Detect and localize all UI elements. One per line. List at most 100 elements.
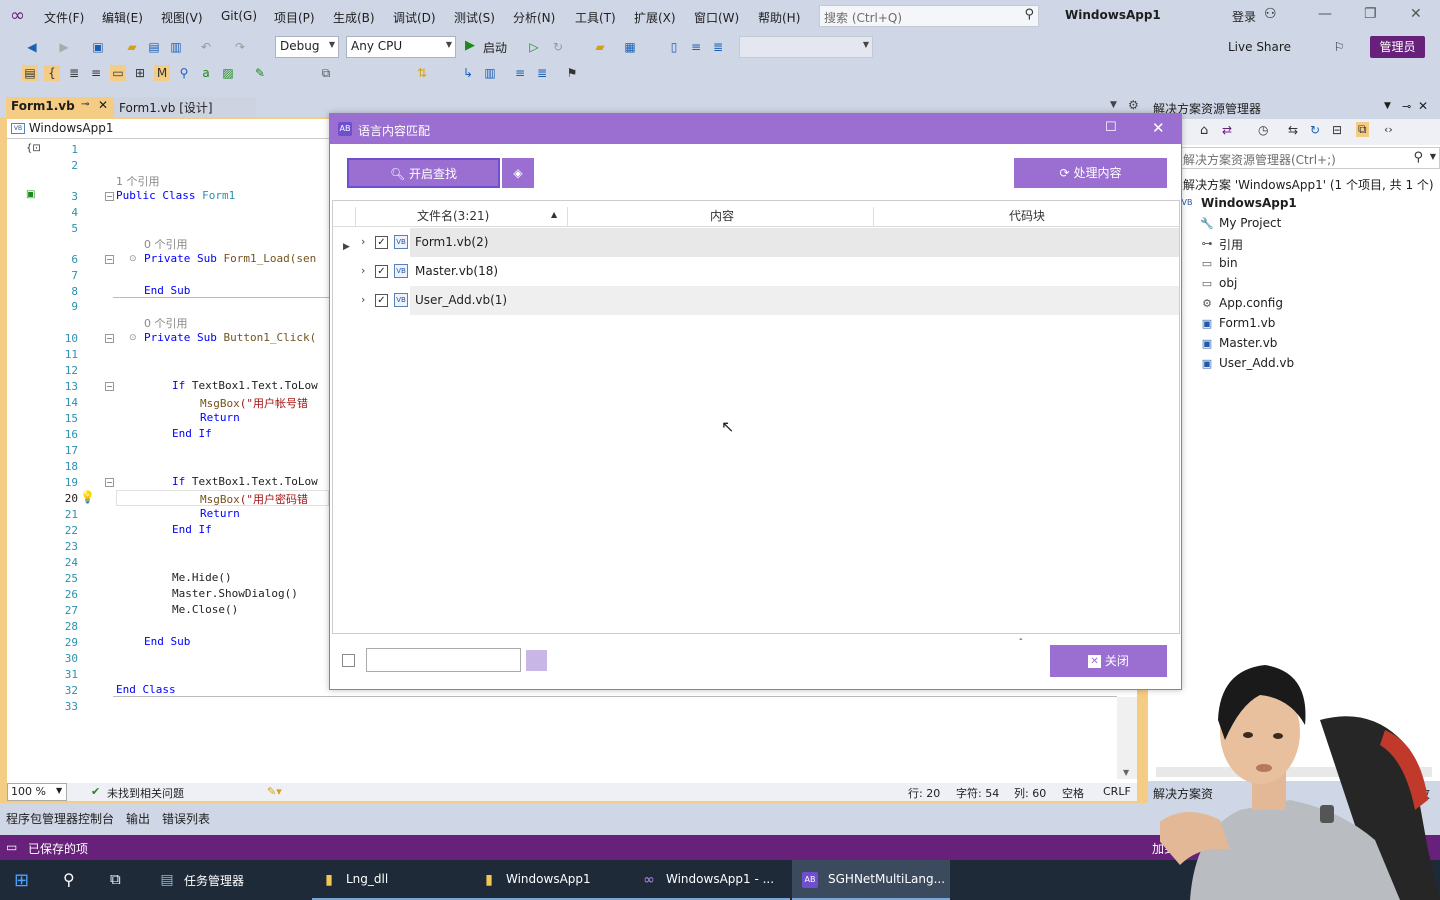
undo-icon[interactable]: ↶ [198,39,214,55]
chevron-down-icon[interactable]: ▼ [1384,101,1391,111]
collapse-all-icon[interactable]: ⊟ [1332,123,1342,137]
login-link[interactable]: 登录 [1232,8,1256,25]
tab-output[interactable]: 输出 [126,810,150,827]
start-without-debug-icon[interactable]: ▷ [526,39,542,55]
maximize-icon[interactable]: ☐ [1105,120,1117,135]
issues-status[interactable]: 未找到相关问题 [107,785,184,801]
menu-test[interactable]: 测试(S) [454,9,495,26]
live-share-button[interactable]: Live Share [1228,40,1291,54]
sync-icon[interactable]: ⇆ [1288,123,1298,137]
task-view-icon[interactable]: ⧉ [110,870,121,888]
tab-error-list[interactable]: 错误列表 [162,810,210,827]
row-checkbox[interactable]: ✓ [375,294,388,307]
menu-debug[interactable]: 调试(D) [393,9,436,26]
fold-toggle-icon[interactable]: − [105,382,114,391]
m-icon[interactable]: M [154,65,170,81]
outdent-icon[interactable]: ≣ [710,39,726,55]
table-row[interactable]: › ✓ VB Master.vb(18) [333,257,1179,286]
new-project-icon[interactable]: ▣ [90,39,106,55]
pin-icon[interactable]: ⊸ [1402,100,1411,113]
fold-toggle-icon[interactable]: − [105,478,114,487]
tree-item-bin[interactable]: bin [1219,256,1238,270]
step-icon[interactable]: ↳ [460,65,476,81]
table-row[interactable]: › ✓ VB User_Add.vb(1) [333,286,1179,315]
tree-item-form1[interactable]: Form1.vb [1219,316,1275,330]
row-checkbox[interactable]: ✓ [375,236,388,249]
fold-toggle-icon[interactable]: − [105,334,114,343]
pin-icon[interactable]: ⚲ [176,65,192,81]
settings-icon[interactable]: ⚙ [1128,98,1139,112]
tab-form1-vb[interactable]: Form1.vb ⊸ ✕ [6,97,114,117]
scroll-down-icon[interactable]: ▼ [1123,768,1129,777]
col-status[interactable]: 列: 60 [1014,785,1046,801]
brace-icon[interactable]: { [44,65,60,81]
history-icon[interactable]: ◷ [1258,123,1268,137]
home-icon[interactable]: ⌂ [1200,123,1208,138]
process-content-button[interactable]: ⟳ 处理内容 [1014,158,1167,188]
open-folder-icon[interactable]: ▰ [124,39,140,55]
tree-item-my-project[interactable]: My Project [1219,216,1281,230]
taskbar-app-visual-studio[interactable]: ∞ WindowsApp1 - ... [632,860,790,900]
minimize-icon[interactable]: — [1318,6,1332,22]
brush-icon[interactable]: ✎ [252,65,268,81]
redo-icon[interactable]: ↷ [232,39,248,55]
menu-help[interactable]: 帮助(H) [758,9,800,26]
taskbar-app-sghnet[interactable]: AB SGHNetMultiLang... [792,860,950,900]
tree-item-master[interactable]: Master.vb [1219,336,1277,350]
document-icon[interactable]: ▯ [666,39,682,55]
folder-icon[interactable]: ▰ [592,39,608,55]
expand-icon[interactable]: › [361,264,365,277]
column-codeblock[interactable]: 代码块 [1009,207,1045,224]
fold-toggle-icon[interactable]: − [105,255,114,264]
list-icon[interactable]: ≣ [66,65,82,81]
code-lens-references[interactable]: 0 个引用 [144,315,188,331]
switch-views-icon[interactable]: ⇄ [1222,123,1232,137]
configuration-select[interactable]: Debug ▼ [275,36,339,58]
project-node[interactable]: WindowsApp1 [1201,196,1297,210]
windows-start-icon[interactable]: ⊞ [14,870,29,891]
copy-icon[interactable]: ⧉ [318,65,334,81]
select-all-checkbox[interactable] [342,654,355,667]
tree-icon[interactable]: ⊞ [132,65,148,81]
menu-tools[interactable]: 工具(T) [575,9,616,26]
forward-icon[interactable]: ▶ [56,39,72,55]
fold-toggle-icon[interactable]: − [105,192,114,201]
vertical-scrollbar[interactable] [1117,697,1137,779]
row-checkbox[interactable]: ✓ [375,265,388,278]
menu-project[interactable]: 项目(P) [274,9,315,26]
layout-icon[interactable]: ▦ [622,39,638,55]
save-all-icon[interactable]: ▥ [168,39,184,55]
tree-item-user-add[interactable]: User_Add.vb [1219,356,1294,370]
pin-icon[interactable]: ⊸ [81,99,89,110]
restore-icon[interactable]: ❐ [1364,6,1377,22]
char-status[interactable]: 字符: 54 [956,785,999,801]
expand-icon[interactable]: › [361,293,365,306]
admin-badge[interactable]: 管理员 [1370,36,1425,58]
filter-input[interactable] [366,648,521,672]
taskbar-app-windowsapp1-folder[interactable]: ▮ WindowsApp1 [472,860,632,900]
tree-item-obj[interactable]: obj [1219,276,1237,290]
indent-icon[interactable]: ≡ [688,39,704,55]
close-icon[interactable]: ✕ [1410,6,1422,22]
taskbar-app-lng-dll[interactable]: ▮ Lng_dll [312,860,472,900]
menu-file[interactable]: 文件(F) [44,9,84,26]
tab-package-manager[interactable]: 程序包管理器控制台 [6,810,114,827]
close-tab-icon[interactable]: ✕ [98,98,108,112]
platform-select[interactable]: Any CPU ▼ [346,36,456,58]
comment-icon[interactable]: ≡ [512,65,528,81]
line-status[interactable]: 行: 20 [908,785,940,801]
image-icon[interactable]: ▨ [220,65,236,81]
sort-icon[interactable]: ⇅ [414,65,430,81]
menu-view[interactable]: 视图(V) [161,9,203,26]
hot-reload-icon[interactable]: ↻ [550,39,566,55]
search-icon[interactable]: ⚲ [63,870,75,889]
taskbar-app-task-manager[interactable]: ▤ 任务管理器 [150,860,310,900]
feedback-icon[interactable]: ⚐ [1331,39,1347,55]
columns-icon[interactable]: ▥ [482,65,498,81]
code-lens-references[interactable]: 0 个引用 [144,236,188,252]
close-dialog-button[interactable]: ✕ 关闭 [1050,645,1167,677]
uncomment-icon[interactable]: ≣ [534,65,550,81]
save-icon[interactable]: ▤ [146,39,162,55]
search-input[interactable]: 搜索 (Ctrl+Q) ⚲ [819,5,1039,27]
back-icon[interactable]: ◀ [24,39,40,55]
